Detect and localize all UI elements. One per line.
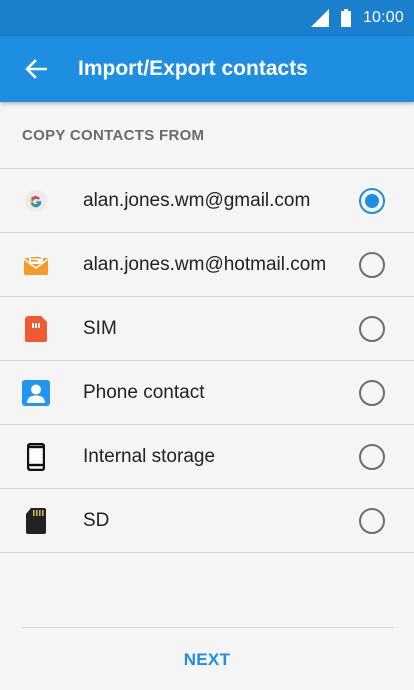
- sd-card-icon: [22, 507, 50, 535]
- source-row-hotmail[interactable]: alan.jones.wm@hotmail.com: [0, 233, 414, 297]
- source-row-internal-storage[interactable]: Internal storage: [0, 425, 414, 489]
- source-label: SIM: [83, 317, 117, 339]
- sim-card-icon: [22, 315, 50, 343]
- source-row-sd[interactable]: SD: [0, 489, 414, 553]
- radio-button[interactable]: [359, 443, 385, 470]
- back-arrow-icon[interactable]: [22, 55, 50, 83]
- radio-button[interactable]: [359, 507, 385, 534]
- app-bar: Import/Export contacts: [0, 36, 414, 102]
- radio-button-selected[interactable]: [359, 187, 385, 214]
- email-icon: [22, 251, 50, 279]
- signal-icon: [310, 9, 329, 27]
- source-row-gmail[interactable]: alan.jones.wm@gmail.com: [0, 169, 414, 233]
- radio-dot: [365, 193, 379, 208]
- source-label: Phone contact: [83, 381, 205, 403]
- source-label: SD: [83, 509, 110, 531]
- source-label: alan.jones.wm@hotmail.com: [83, 253, 327, 275]
- radio-button[interactable]: [359, 315, 385, 342]
- section-header: COPY CONTACTS FROM: [22, 127, 205, 144]
- battery-icon: [340, 9, 351, 27]
- phone-storage-icon: [22, 442, 50, 471]
- footer-divider: [22, 627, 394, 628]
- source-row-phone-contact[interactable]: Phone contact: [0, 361, 414, 425]
- radio-button[interactable]: [359, 379, 385, 406]
- source-label: Internal storage: [83, 445, 216, 467]
- google-icon: [22, 187, 50, 215]
- page-title: Import/Export contacts: [78, 57, 308, 80]
- contact-icon: [22, 379, 50, 407]
- status-bar: 10:00: [0, 0, 414, 36]
- radio-button[interactable]: [359, 251, 385, 278]
- status-time: 10:00: [362, 9, 404, 26]
- source-list: alan.jones.wm@gmail.com alan.jones.wm@ho…: [0, 168, 414, 553]
- next-button[interactable]: NEXT: [0, 636, 414, 684]
- source-row-sim[interactable]: SIM: [0, 297, 414, 361]
- source-label: alan.jones.wm@gmail.com: [83, 189, 311, 211]
